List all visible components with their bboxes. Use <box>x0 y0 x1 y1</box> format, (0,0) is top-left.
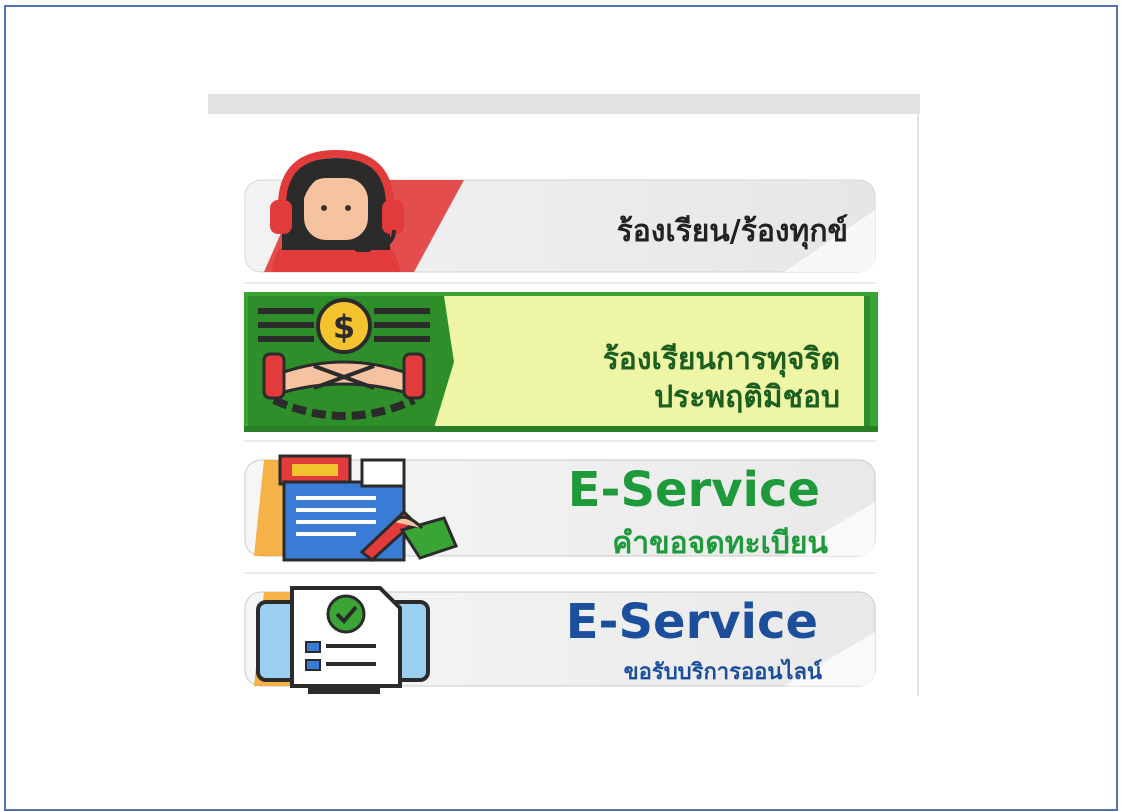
eservice-online-subtitle: ขอรับบริการออนไลน์ <box>623 660 822 685</box>
corruption-label-line2: ประพฤติมิชอบ <box>654 380 840 415</box>
form-pen-icon <box>278 454 459 562</box>
complaint-banner-link[interactable]: ร้องเรียน/ร้องทุกข์ <box>244 150 878 274</box>
eservice-online-banner-link[interactable]: E-Service ขอรับบริการออนไลน์ <box>244 582 878 694</box>
headset-agent-icon <box>270 150 404 272</box>
separator <box>244 440 876 442</box>
eservice-register-title: E-Service <box>567 462 820 518</box>
separator <box>244 572 876 574</box>
complaint-label: ร้องเรียน/ร้องทุกข์ <box>616 214 848 249</box>
panel-header-bar <box>208 94 920 114</box>
eservice-register-banner-link[interactable]: E-Service คำขอจดทะเบียน <box>244 452 878 562</box>
corruption-complaint-banner-link[interactable]: $ ร้องเรียนการทุจริต ประพฤติมิชอบ <box>244 292 878 432</box>
eservice-online-title: E-Service <box>565 594 818 650</box>
bribe-handcuff-icon: $ <box>258 298 430 420</box>
monitor-document-icon <box>256 586 430 694</box>
eservice-register-subtitle: คำขอจดทะเบียน <box>612 526 828 561</box>
separator <box>244 282 876 284</box>
svg-text:$: $ <box>333 308 355 346</box>
panel-divider <box>917 114 919 696</box>
